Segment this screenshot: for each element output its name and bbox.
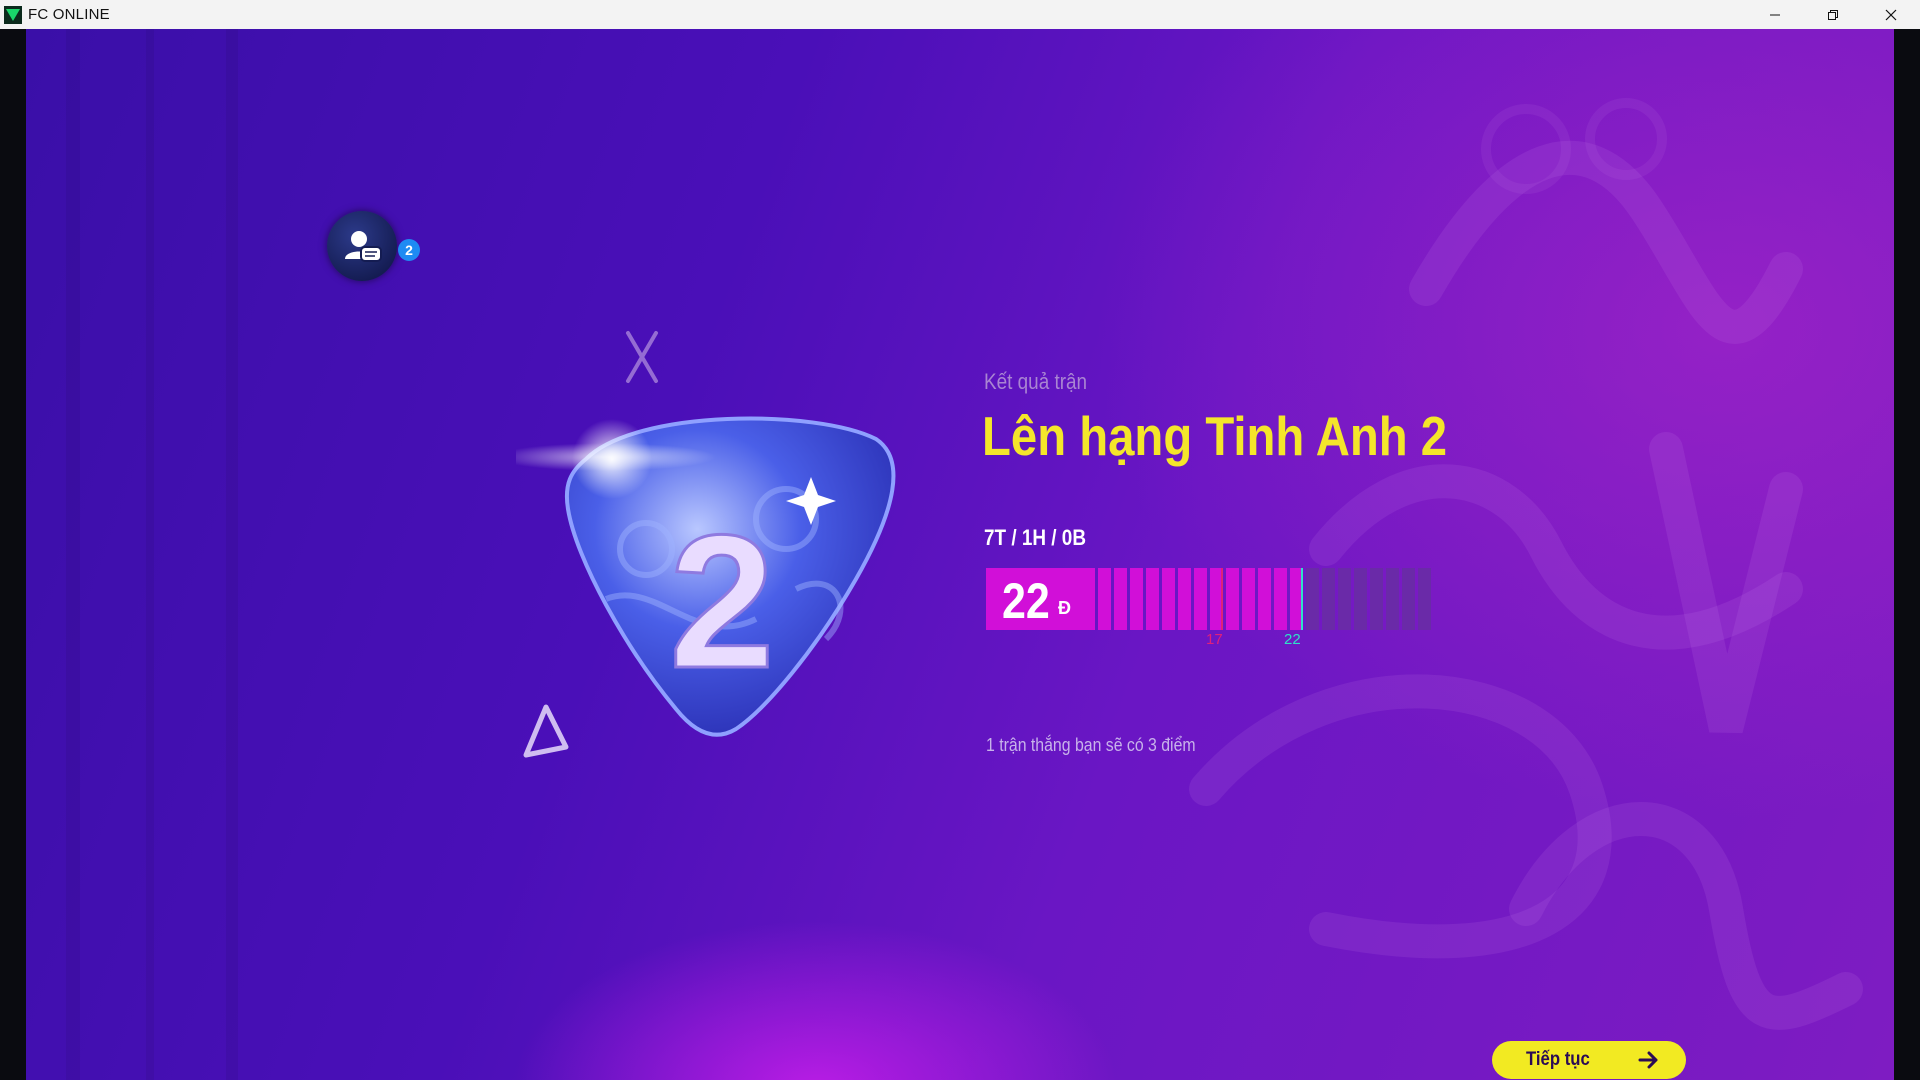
- match-result-screen: 2 2 Kết quả trận Lên hạng Tinh Anh 2 7T …: [26, 29, 1894, 1080]
- window-title: FC ONLINE: [28, 6, 110, 23]
- points-segment: [1418, 568, 1431, 630]
- points-segment: [1114, 568, 1127, 630]
- rank-emblem: 2: [516, 416, 896, 737]
- close-button[interactable]: [1862, 0, 1920, 29]
- continue-button[interactable]: Tiếp tục: [1492, 1041, 1686, 1079]
- minimize-button[interactable]: [1746, 0, 1804, 29]
- left-letterbox: [0, 29, 26, 1080]
- points-segment: [1386, 568, 1399, 630]
- restore-button[interactable]: [1804, 0, 1862, 29]
- points-segment: [1178, 568, 1191, 630]
- arrow-right-icon: [1638, 1051, 1658, 1069]
- fc-online-logo-icon: [4, 5, 22, 24]
- notification-badge: 2: [398, 239, 420, 261]
- right-letterbox: [1894, 29, 1920, 1080]
- points-segment: [1258, 568, 1271, 630]
- points-segment: [1338, 568, 1351, 630]
- points-segment: [1370, 568, 1383, 630]
- continue-button-label: Tiếp tục: [1526, 1049, 1590, 1070]
- points-unit: Đ: [1058, 598, 1071, 618]
- points-segment: [1402, 568, 1415, 630]
- points-segment: [1322, 568, 1335, 630]
- points-segment: [1082, 568, 1095, 630]
- friends-chat-icon: [345, 231, 382, 262]
- points-segment: [1146, 568, 1159, 630]
- rank-points-bar: 22 Đ: [986, 568, 1434, 630]
- points-segment: [1274, 568, 1287, 630]
- points-segment: [1210, 568, 1223, 630]
- promotion-title: Lên hạng Tinh Anh 2: [982, 405, 1448, 467]
- rank-emblem-number: 2: [669, 496, 775, 708]
- previous-points-marker: 17: [1206, 631, 1223, 648]
- points-value: 22: [1002, 573, 1050, 629]
- points-segment: [1290, 568, 1303, 630]
- points-segment: [1306, 568, 1319, 630]
- background-graffiti: [66, 29, 1863, 1080]
- points-segment: [1098, 568, 1111, 630]
- current-points-marker: 22: [1284, 631, 1301, 648]
- minimize-icon: [1770, 14, 1780, 15]
- restore-icon: [1828, 9, 1838, 20]
- win-draw-loss-record: 7T / 1H / 0B: [984, 525, 1086, 550]
- points-segment: [1162, 568, 1175, 630]
- match-result-label: Kết quả trận: [984, 369, 1088, 394]
- friends-chat-button[interactable]: [327, 211, 397, 281]
- points-segment: [1226, 568, 1239, 630]
- close-icon: [1885, 9, 1897, 20]
- points-hint: 1 trận thắng bạn sẽ có 3 điểm: [986, 735, 1196, 755]
- title-bar: FC ONLINE: [0, 0, 1920, 29]
- points-segment: [1242, 568, 1255, 630]
- points-segment: [1130, 568, 1143, 630]
- points-segment: [1354, 568, 1367, 630]
- points-segment: [1194, 568, 1207, 630]
